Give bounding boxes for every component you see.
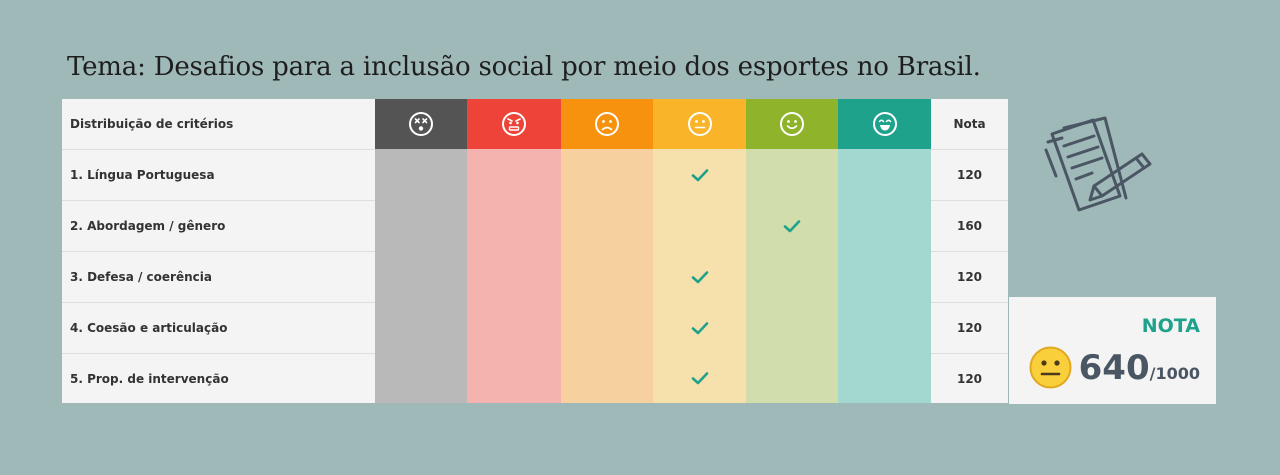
rating-cell bbox=[375, 302, 467, 353]
rating-cell bbox=[375, 353, 467, 403]
level-header-neutral bbox=[653, 99, 746, 149]
rating-cell bbox=[653, 302, 746, 353]
check-icon bbox=[691, 372, 708, 385]
check-icon bbox=[691, 270, 708, 283]
rating-cell bbox=[746, 302, 838, 353]
rating-cell bbox=[838, 251, 931, 302]
final-score-value: 640 bbox=[1078, 348, 1150, 388]
final-score-max: /1000 bbox=[1149, 364, 1200, 383]
rating-cell bbox=[561, 149, 653, 200]
dizzy-face-icon bbox=[409, 112, 433, 136]
criterion-score: 120 bbox=[931, 353, 1008, 403]
check-icon bbox=[691, 168, 708, 181]
criteria-header: Distribuição de critérios bbox=[62, 99, 375, 149]
criterion-score: 120 bbox=[931, 149, 1008, 200]
rating-cell bbox=[467, 200, 561, 251]
notes-pencil-icon bbox=[1044, 116, 1152, 212]
rating-cell bbox=[375, 149, 467, 200]
criterion-score: 120 bbox=[931, 302, 1008, 353]
level-header-laugh bbox=[838, 99, 931, 149]
rating-cell bbox=[746, 353, 838, 403]
laugh-face-icon bbox=[872, 112, 897, 136]
final-score: 640/1000 bbox=[1079, 348, 1200, 388]
final-score-label: NOTA bbox=[1141, 315, 1200, 337]
rating-cell bbox=[561, 353, 653, 403]
rating-cell bbox=[746, 251, 838, 302]
rating-cell bbox=[746, 149, 838, 200]
rating-cell bbox=[375, 251, 467, 302]
rating-cell bbox=[375, 200, 467, 251]
level-header-dizzy bbox=[375, 99, 467, 149]
rating-cell bbox=[653, 353, 746, 403]
check-icon bbox=[691, 321, 708, 334]
criterion-label: 1. Língua Portuguesa bbox=[62, 149, 375, 200]
smile-face-icon bbox=[780, 112, 804, 136]
criterion-score: 160 bbox=[931, 200, 1008, 251]
nota-header: Nota bbox=[931, 99, 1008, 149]
sad-face-icon bbox=[595, 112, 619, 136]
rating-cell bbox=[838, 200, 931, 251]
check-icon bbox=[783, 219, 801, 232]
rating-cell bbox=[561, 302, 653, 353]
criterion-label: 2. Abordagem / gênero bbox=[62, 200, 375, 251]
level-header-sad bbox=[561, 99, 653, 149]
rating-cell bbox=[467, 251, 561, 302]
rating-cell bbox=[467, 353, 561, 403]
rating-cell bbox=[561, 200, 653, 251]
rating-cell bbox=[467, 302, 561, 353]
criterion-score: 120 bbox=[931, 251, 1008, 302]
essay-topic-title: Tema: Desafios para a inclusão social po… bbox=[67, 52, 981, 82]
criterion-label: 5. Prop. de intervenção bbox=[62, 353, 375, 403]
rating-cell bbox=[838, 302, 931, 353]
rating-cell bbox=[653, 149, 746, 200]
criterion-label: 4. Coesão e articulação bbox=[62, 302, 375, 353]
criterion-label: 3. Defesa / coerência bbox=[62, 251, 375, 302]
rating-cell bbox=[746, 200, 838, 251]
level-header-smile bbox=[746, 99, 838, 149]
neutral-face-icon bbox=[1029, 346, 1072, 389]
neutral-face-icon bbox=[687, 112, 712, 136]
rating-cell bbox=[467, 149, 561, 200]
angry-face-icon bbox=[502, 112, 526, 136]
rating-cell bbox=[653, 200, 746, 251]
rating-cell bbox=[838, 353, 931, 403]
rating-cell bbox=[653, 251, 746, 302]
level-header-angry bbox=[467, 99, 561, 149]
rating-cell bbox=[838, 149, 931, 200]
criteria-table: Distribuição de critérios Nota 1. Língua… bbox=[62, 99, 1008, 403]
rating-cell bbox=[561, 251, 653, 302]
final-score-panel: NOTA 640/1000 bbox=[1009, 297, 1216, 404]
